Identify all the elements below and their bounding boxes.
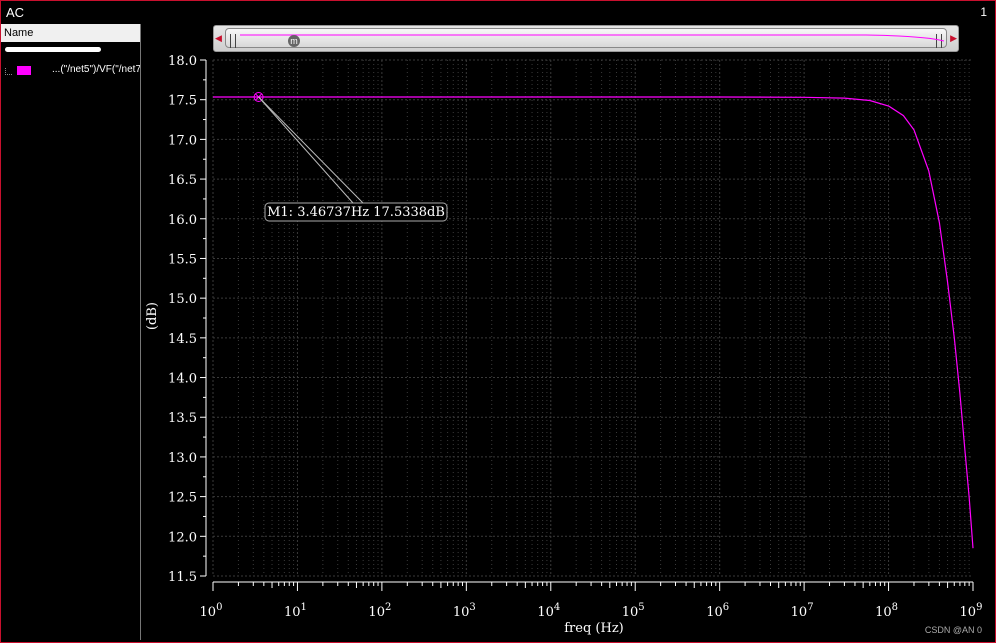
y-tick-label: 18.0 [168, 54, 197, 69]
x-tick-label: 109 [960, 602, 983, 620]
y-tick-label: 17.0 [168, 133, 197, 148]
y-tick-label: 11.5 [168, 570, 197, 585]
x-tick-label: 100 [200, 602, 223, 620]
y-tick-label: 15.0 [168, 292, 197, 307]
y-tick-label: 13.0 [168, 451, 197, 466]
y-tick-label: 17.5 [168, 94, 197, 109]
x-tick-label: 108 [875, 602, 898, 620]
x-tick-label: 104 [537, 602, 560, 620]
y-tick-label: 16.5 [168, 173, 197, 188]
y-tick-label: 13.5 [168, 411, 197, 426]
series-line[interactable] [213, 96, 974, 549]
x-tick-label: 102 [368, 602, 391, 620]
marker-leader [258, 96, 354, 204]
y-axis-title: (dB) [145, 302, 160, 330]
marker-leader [258, 96, 364, 204]
y-tick-label: 15.5 [168, 252, 197, 267]
y-tick-label: 14.0 [168, 372, 197, 387]
x-axis-title: freq (Hz) [564, 621, 624, 636]
y-tick-label: 12.5 [168, 491, 197, 506]
y-tick-label: 14.5 [168, 332, 197, 347]
marker-m1[interactable]: M1: 3.46737Hz 17.5338dB [253, 92, 448, 222]
y-tick-labels: 18.0 17.5 17.0 16.5 16.0 15.5 15.0 14.5 14.0 13.5… [168, 54, 197, 585]
x-tick-labels: 100 101 102 103 104 105 106 107 108 109 [200, 602, 983, 620]
grid [212, 59, 973, 577]
marker-label: M1: 3.46737Hz 17.5338dB [267, 205, 445, 220]
x-tick-label: 103 [453, 602, 476, 620]
x-tick-label: 101 [284, 602, 307, 620]
x-tick-label: 107 [791, 602, 814, 620]
x-tick-label: 106 [706, 602, 729, 620]
y-tick-label: 16.0 [168, 213, 197, 228]
chart-area: 18.0 17.5 17.0 16.5 16.0 15.5 15.0 14.5 14.0 13.5… [145, 54, 983, 636]
y-tick-label: 12.0 [168, 530, 197, 545]
watermark: CSDN @AN 0 [924, 625, 982, 635]
x-tick-label: 105 [622, 602, 645, 620]
